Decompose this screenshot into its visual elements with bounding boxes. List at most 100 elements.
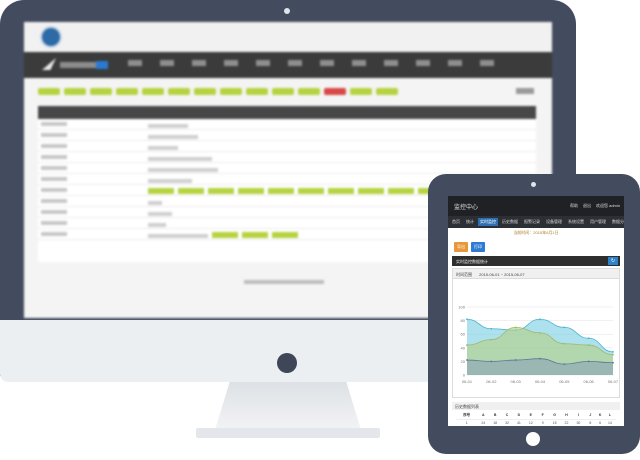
nav-tab[interactable]: 历史数据 (500, 218, 520, 226)
table-header-cell: J (584, 412, 597, 420)
filter-tag[interactable] (90, 88, 112, 95)
filter-tag[interactable] (220, 88, 242, 95)
table-header-cell: K (596, 412, 604, 420)
site-top-bar (24, 22, 552, 52)
chart-range-label: 时间范围 (456, 272, 472, 277)
panel-title-text: 实时监控数据统计 (456, 259, 488, 264)
nav-item[interactable] (352, 60, 366, 66)
y-tick-label: 40 (461, 345, 466, 350)
user-greeting[interactable]: 欢迎您 admin (596, 203, 620, 209)
imac-camera (284, 8, 290, 14)
x-tick-label: 06-03 (511, 379, 522, 384)
site-nav-items (128, 60, 494, 66)
nav-tab[interactable]: 设备管理 (544, 218, 564, 226)
export-button[interactable]: 导出 (454, 242, 468, 252)
app-logo[interactable]: 监控中心 (454, 202, 478, 211)
nav-tab[interactable]: 用户管理 (588, 218, 608, 226)
print-button[interactable]: 打印 (471, 242, 485, 252)
nav-item[interactable] (128, 60, 142, 66)
nav-tab[interactable]: 首页 (450, 218, 462, 226)
filter-tag-row (38, 88, 398, 95)
filter-tag[interactable] (272, 88, 294, 95)
form-label (38, 155, 148, 159)
form-row (38, 141, 536, 152)
nav-item[interactable] (160, 60, 174, 66)
nav-item[interactable] (480, 60, 494, 66)
y-tick-label: 100 (458, 305, 465, 310)
nav-item[interactable] (224, 60, 238, 66)
data-point (587, 344, 590, 346)
filter-tag[interactable] (142, 88, 164, 95)
form-value[interactable] (148, 181, 448, 199)
filter-tag[interactable] (64, 88, 86, 95)
table-header-cell: A (477, 412, 490, 420)
data-point (539, 357, 541, 360)
form-row (38, 119, 536, 130)
form-value[interactable] (148, 225, 302, 243)
filter-tag[interactable] (168, 88, 190, 95)
filter-tag[interactable] (350, 88, 372, 95)
filter-tag[interactable] (116, 88, 138, 95)
form-label (38, 199, 148, 203)
table-header-cell: B (489, 412, 502, 420)
table-row[interactable]: 1 24 18 32 41 12 9 15 22 30 8 6 14 (456, 419, 616, 426)
nav-item[interactable] (320, 60, 334, 66)
chart-box: 时间范围 2015-06-01 ~ 2015-06-07 0 20 40 60 80 10… (452, 268, 620, 398)
form-row (38, 152, 536, 163)
nav-item[interactable] (384, 60, 398, 66)
form-label (38, 221, 148, 225)
nav-tab[interactable]: 系统设置 (566, 218, 586, 226)
nav-item[interactable] (416, 60, 430, 66)
form-label (38, 188, 148, 192)
table-cell: 8 (584, 419, 597, 426)
chart-range-value[interactable]: 2015-06-01 ~ 2015-06-07 (479, 272, 524, 277)
brand-mark-icon (42, 58, 56, 70)
nav-tab[interactable]: 数据分析 (610, 218, 624, 226)
logout-link[interactable]: 退出 (583, 203, 591, 209)
nav-item[interactable] (192, 60, 206, 66)
data-point (539, 331, 541, 334)
y-tick-label: 60 (461, 332, 466, 337)
nav-tab[interactable]: 实时监控 (478, 218, 498, 226)
refresh-icon[interactable]: ↻ (608, 257, 618, 265)
filter-tag[interactable] (38, 88, 60, 95)
table-header-cell: 序号 (456, 412, 478, 420)
table-header-cell: I (572, 412, 585, 420)
data-point (612, 353, 614, 356)
data-point (514, 326, 517, 329)
table-header-row: 序号 A B C D E F G H I J K L (456, 412, 616, 420)
data-point (466, 318, 468, 321)
data-point (587, 337, 590, 340)
filter-tag[interactable] (194, 88, 216, 95)
table-cell: 32 (501, 419, 513, 426)
nav-tab[interactable]: 统计 (464, 218, 476, 226)
form-row (38, 163, 536, 174)
history-table: 序号ABCDEFGHIJKL 1241832411291522308614221… (456, 412, 616, 426)
filter-tag[interactable] (298, 88, 320, 95)
site-logo-icon[interactable] (40, 26, 62, 48)
table-title: 历史数据列表 (452, 402, 620, 410)
data-point (563, 326, 566, 329)
nav-item[interactable] (288, 60, 302, 66)
filter-tag[interactable] (324, 88, 346, 95)
table-cell: 1 (456, 419, 478, 426)
nav-tab[interactable]: 报警记录 (522, 218, 542, 226)
nav-item[interactable] (448, 60, 462, 66)
top-right-link[interactable] (516, 88, 534, 94)
help-link[interactable]: 帮助 (570, 203, 578, 209)
ipad-home-button[interactable] (526, 432, 540, 446)
form-label (38, 232, 148, 236)
y-tick-label: 0 (463, 373, 466, 378)
filter-tag[interactable] (376, 88, 398, 95)
table-cell: 18 (489, 419, 502, 426)
filter-tag[interactable] (246, 88, 268, 95)
x-tick-label: 06-04 (535, 379, 546, 384)
detail-panel-header (38, 106, 536, 119)
chart-header: 时间范围 2015-06-01 ~ 2015-06-07 (453, 269, 619, 279)
ipad-camera (531, 182, 536, 187)
nav-item[interactable] (256, 60, 270, 66)
brand-badge (96, 61, 108, 69)
table-cell: 12 (524, 419, 537, 426)
x-tick-label: 06-06 (584, 379, 595, 384)
x-tick-label: 06-07 (608, 379, 619, 384)
